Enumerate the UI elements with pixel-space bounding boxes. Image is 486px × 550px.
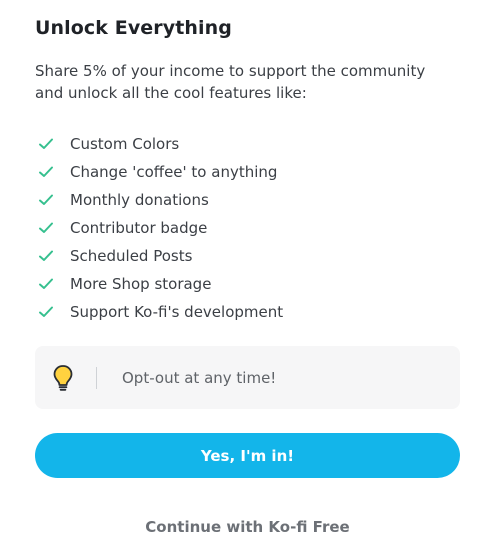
check-icon: [39, 250, 53, 261]
check-icon: [39, 222, 53, 233]
check-icon: [39, 138, 53, 149]
feature-item: More Shop storage: [38, 270, 283, 298]
yes-im-in-button[interactable]: Yes, I'm in!: [35, 433, 460, 478]
feature-item: Contributor badge: [38, 214, 283, 242]
feature-label: Custom Colors: [70, 135, 180, 153]
feature-label: Change 'coffee' to anything: [70, 163, 278, 181]
unlock-panel: Unlock Everything Share 5% of your incom…: [0, 0, 486, 550]
feature-item: Scheduled Posts: [38, 242, 283, 270]
check-icon: [39, 166, 53, 177]
feature-item: Change 'coffee' to anything: [38, 158, 283, 186]
continue-free-link[interactable]: Continue with Ko-fi Free: [35, 518, 460, 536]
feature-label: Scheduled Posts: [70, 247, 193, 265]
dialog-title: Unlock Everything: [35, 17, 232, 39]
optout-notice: Opt-out at any time!: [35, 346, 460, 409]
feature-label: Support Ko-fi's development: [70, 303, 284, 321]
feature-item: Support Ko-fi's development: [38, 298, 283, 326]
feature-label: Monthly donations: [70, 191, 209, 209]
dialog-subtitle: Share 5% of your income to support the c…: [35, 62, 426, 102]
optout-text: Opt-out at any time!: [122, 368, 277, 387]
feature-item: Monthly donations: [38, 186, 283, 214]
feature-label: More Shop storage: [70, 275, 212, 293]
feature-label: Contributor badge: [70, 219, 208, 237]
check-icon: [39, 306, 53, 317]
feature-list: Custom Colors Change 'coffee' to anythin…: [38, 130, 283, 326]
divider: [96, 366, 97, 389]
check-icon: [39, 278, 53, 289]
lightbulb-icon: [53, 364, 73, 391]
check-icon: [39, 194, 53, 205]
feature-item: Custom Colors: [38, 130, 283, 158]
